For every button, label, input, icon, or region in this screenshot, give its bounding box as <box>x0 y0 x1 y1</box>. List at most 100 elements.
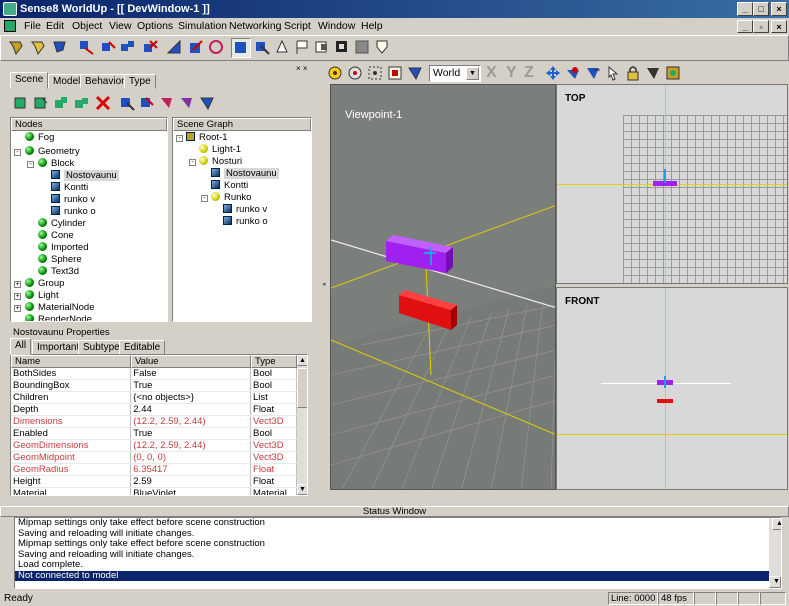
sg-item-light[interactable]: Light-1 <box>199 144 241 156</box>
sg-item-nosturi[interactable]: Nosturi <box>199 156 242 168</box>
axis-x-button[interactable]: X <box>486 64 497 82</box>
tree-item-kontti[interactable]: Kontti <box>51 182 88 194</box>
col-name-header[interactable]: Name <box>11 355 131 368</box>
export-icon[interactable] <box>138 94 158 114</box>
cell-value[interactable]: 6.35417 <box>130 463 252 477</box>
sg-item-runko[interactable]: Runko <box>211 192 251 204</box>
tab-behavior[interactable]: Behavior <box>80 74 130 89</box>
expand-icon[interactable]: + <box>14 281 21 288</box>
connect-icon[interactable] <box>253 38 273 58</box>
move-arrows-icon[interactable] <box>544 64 564 84</box>
rotate-icon[interactable] <box>99 38 119 58</box>
menu-window[interactable]: Window <box>318 18 355 35</box>
table-row[interactable]: GeomDimensions (12.2, 2.59, 2.44) Vect3D <box>11 439 297 453</box>
walk-icon[interactable] <box>346 64 366 84</box>
table-row[interactable]: Enabled True Bool <box>11 427 297 441</box>
menu-networking[interactable]: Networking <box>229 18 282 35</box>
table-row[interactable]: Dimensions (12.2, 2.59, 2.44) Vect3D <box>11 415 297 429</box>
fit-icon[interactable] <box>386 64 406 84</box>
splitter-handle[interactable]: ◂ <box>322 280 326 288</box>
tree-item-group[interactable]: Group <box>25 278 64 290</box>
tree-item-runko-v[interactable]: runko v <box>51 194 95 206</box>
fly-icon[interactable] <box>326 64 346 84</box>
new-icon[interactable] <box>7 38 27 58</box>
cell-value[interactable]: BlueViolet <box>130 487 252 495</box>
scroll-thumb[interactable] <box>297 368 307 408</box>
menu-options[interactable]: Options <box>137 18 173 35</box>
refresh-icon[interactable] <box>207 38 227 58</box>
tab-subtype[interactable]: Subtype <box>78 340 125 355</box>
menu-object[interactable]: Object <box>72 18 102 35</box>
coord-select[interactable]: World ▼ <box>429 65 481 82</box>
table-row[interactable]: Height 2.59 Float <box>11 475 297 489</box>
menu-simulation[interactable]: Simulation <box>178 18 227 35</box>
cell-value[interactable]: {<no objects>} <box>130 391 252 405</box>
expand-icon[interactable]: + <box>14 293 21 300</box>
link-node-icon[interactable] <box>72 94 92 114</box>
tree-item-materialnode[interactable]: MaterialNode <box>25 302 95 314</box>
sg-item-runko-o[interactable]: runko o <box>223 216 268 228</box>
tree-item-nostovaunu[interactable]: Nostovaunu <box>51 170 119 182</box>
select-mode-icon[interactable] <box>231 38 251 58</box>
view-object-icon[interactable] <box>406 64 426 84</box>
tree-item-cone[interactable]: Cone <box>38 230 74 242</box>
col-type-header[interactable]: Type <box>251 355 297 368</box>
tree-item-sphere[interactable]: Sphere <box>38 254 82 266</box>
camera-icon[interactable] <box>313 38 333 58</box>
cell-value[interactable]: False <box>130 368 252 381</box>
rotate-object-icon[interactable] <box>564 64 584 84</box>
table-row[interactable]: Depth 2.44 Float <box>11 403 297 417</box>
tree-item-rendernode[interactable]: RenderNode <box>25 314 92 321</box>
group-node-icon[interactable] <box>52 94 72 114</box>
cell-value[interactable]: 2.59 <box>130 475 252 489</box>
collapse-icon[interactable]: - <box>201 195 208 202</box>
cell-value[interactable]: (12.2, 2.59, 2.44) <box>130 415 252 429</box>
material-icon[interactable] <box>198 94 218 114</box>
menu-help[interactable]: Help <box>361 18 383 35</box>
snap-icon[interactable] <box>584 64 604 84</box>
tree-item-geometry[interactable]: Geometry <box>25 146 80 158</box>
scroll-up-icon[interactable]: ▲ <box>772 518 781 530</box>
col-value-header[interactable]: Value <box>131 355 251 368</box>
tree-item-block[interactable]: Block <box>38 158 74 170</box>
front-viewport[interactable]: FRONT <box>556 287 788 490</box>
sg-item-root[interactable]: Root-1 <box>186 132 228 144</box>
tab-important[interactable]: Important <box>32 340 85 355</box>
record-icon[interactable] <box>333 38 353 58</box>
delete-icon[interactable] <box>94 94 114 114</box>
doc-close-button[interactable]: × <box>771 20 787 33</box>
scroll-up-icon[interactable]: ▲ <box>297 355 307 366</box>
maximize-button[interactable]: □ <box>753 2 769 16</box>
menu-view[interactable]: View <box>109 18 132 35</box>
tree-item-imported[interactable]: Imported <box>38 242 89 254</box>
collapse-icon[interactable]: - <box>189 159 196 166</box>
tree-item-cylinder[interactable]: Cylinder <box>38 218 86 230</box>
sg-item-kontti[interactable]: Kontti <box>211 180 248 192</box>
save-icon[interactable] <box>51 38 71 58</box>
stop-icon[interactable] <box>353 38 373 58</box>
cell-value[interactable]: (12.2, 2.59, 2.44) <box>130 439 252 453</box>
cell-value[interactable]: (0, 0, 0) <box>130 451 252 465</box>
tree-item-runko-o[interactable]: runko o <box>51 206 96 218</box>
status-scrollbar[interactable]: ▲ ▼ <box>769 518 781 588</box>
copy-node-icon[interactable] <box>32 94 52 114</box>
panel-close-icon[interactable]: × × <box>296 64 308 73</box>
doc-minimize-button[interactable]: _ <box>737 20 753 33</box>
open-icon[interactable] <box>29 38 49 58</box>
collapse-icon[interactable]: - <box>27 161 34 168</box>
tree-item-light[interactable]: Light <box>25 290 59 302</box>
scroll-down-icon[interactable]: ▼ <box>297 484 307 495</box>
delete-object-icon[interactable] <box>141 38 161 58</box>
resize-grip[interactable] <box>760 592 786 605</box>
tab-scene[interactable]: Scene <box>10 72 49 89</box>
tab-editable[interactable]: Editable <box>119 340 166 355</box>
sg-item-runko-v[interactable]: runko v <box>223 204 267 216</box>
doc-restore-button[interactable]: ▫ <box>753 20 769 33</box>
scroll-down-icon[interactable]: ▼ <box>769 576 781 588</box>
table-row[interactable]: BothSides False Bool <box>11 368 297 381</box>
add-node-icon[interactable] <box>12 94 32 114</box>
menu-edit[interactable]: Edit <box>46 18 64 35</box>
collapse-icon[interactable]: - <box>176 135 183 142</box>
paint-icon[interactable] <box>158 94 178 114</box>
expand-icon[interactable]: + <box>14 305 21 312</box>
